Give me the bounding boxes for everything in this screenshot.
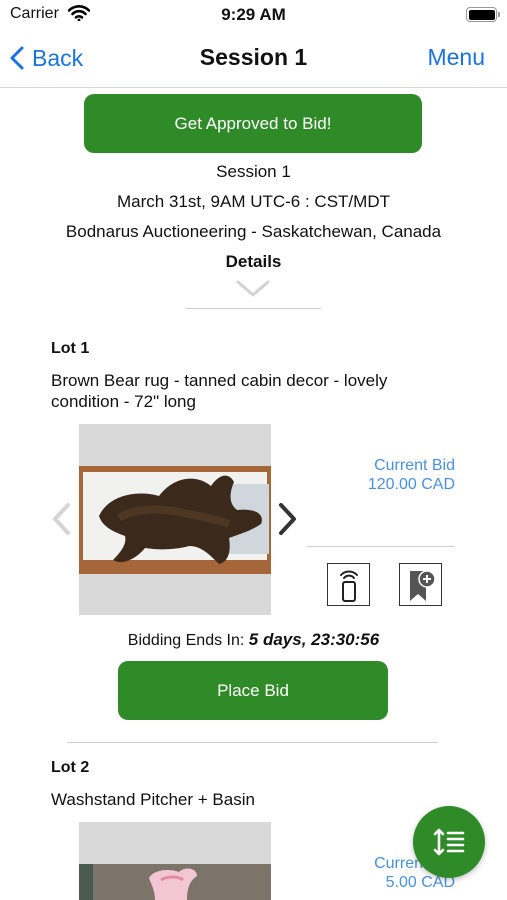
lot-image[interactable] [79, 424, 271, 615]
bidding-countdown: 5 days, 23:30:56 [248, 630, 380, 649]
watchlist-add-icon [409, 569, 436, 601]
menu-button[interactable]: Menu [427, 44, 485, 71]
chevron-right-icon[interactable] [277, 502, 299, 541]
status-bar: Carrier 9:29 AM [0, 0, 507, 30]
current-bid-label: Current Bid [374, 457, 455, 474]
sort-button[interactable] [413, 806, 485, 878]
navigation-bar: Back Session 1 Menu [0, 30, 507, 88]
bidding-ends: Bidding Ends In: 5 days, 23:30:56 [0, 630, 507, 650]
lot-number: Lot 2 [51, 759, 90, 776]
add-to-watchlist-button[interactable] [399, 563, 442, 606]
lot-title[interactable]: Brown Bear rug - tanned cabin decor - lo… [51, 370, 451, 412]
current-bid-value: 120.00 CAD [367, 476, 455, 493]
status-time: 9:29 AM [221, 5, 286, 24]
lot-number: Lot 1 [51, 340, 90, 357]
details-toggle-label[interactable]: Details [0, 252, 507, 272]
get-approved-button[interactable]: Get Approved to Bid! [84, 94, 422, 153]
chevron-down-icon[interactable] [236, 280, 270, 303]
battery-icon [466, 7, 500, 22]
chevron-left-icon[interactable] [50, 502, 72, 541]
lot-divider [67, 742, 438, 743]
bear-rug-photo [79, 424, 271, 615]
session-date: March 31st, 9AM UTC-6 : CST/MDT [117, 192, 390, 211]
bid-divider [307, 546, 455, 547]
session-location: Bodnarus Auctioneering - Saskatchewan, C… [65, 222, 442, 241]
remote-bid-button[interactable] [327, 563, 370, 606]
bidding-ends-label: Bidding Ends In: [127, 632, 245, 649]
remote-bid-icon [339, 570, 358, 602]
lot-image[interactable] [79, 822, 271, 900]
session-name: Session 1 [216, 162, 291, 181]
details-divider [186, 308, 321, 309]
lot-title[interactable]: Washstand Pitcher + Basin [51, 789, 451, 810]
sort-icon [433, 828, 465, 856]
pitcher-basin-photo [79, 822, 271, 900]
place-bid-button[interactable]: Place Bid [118, 661, 388, 720]
